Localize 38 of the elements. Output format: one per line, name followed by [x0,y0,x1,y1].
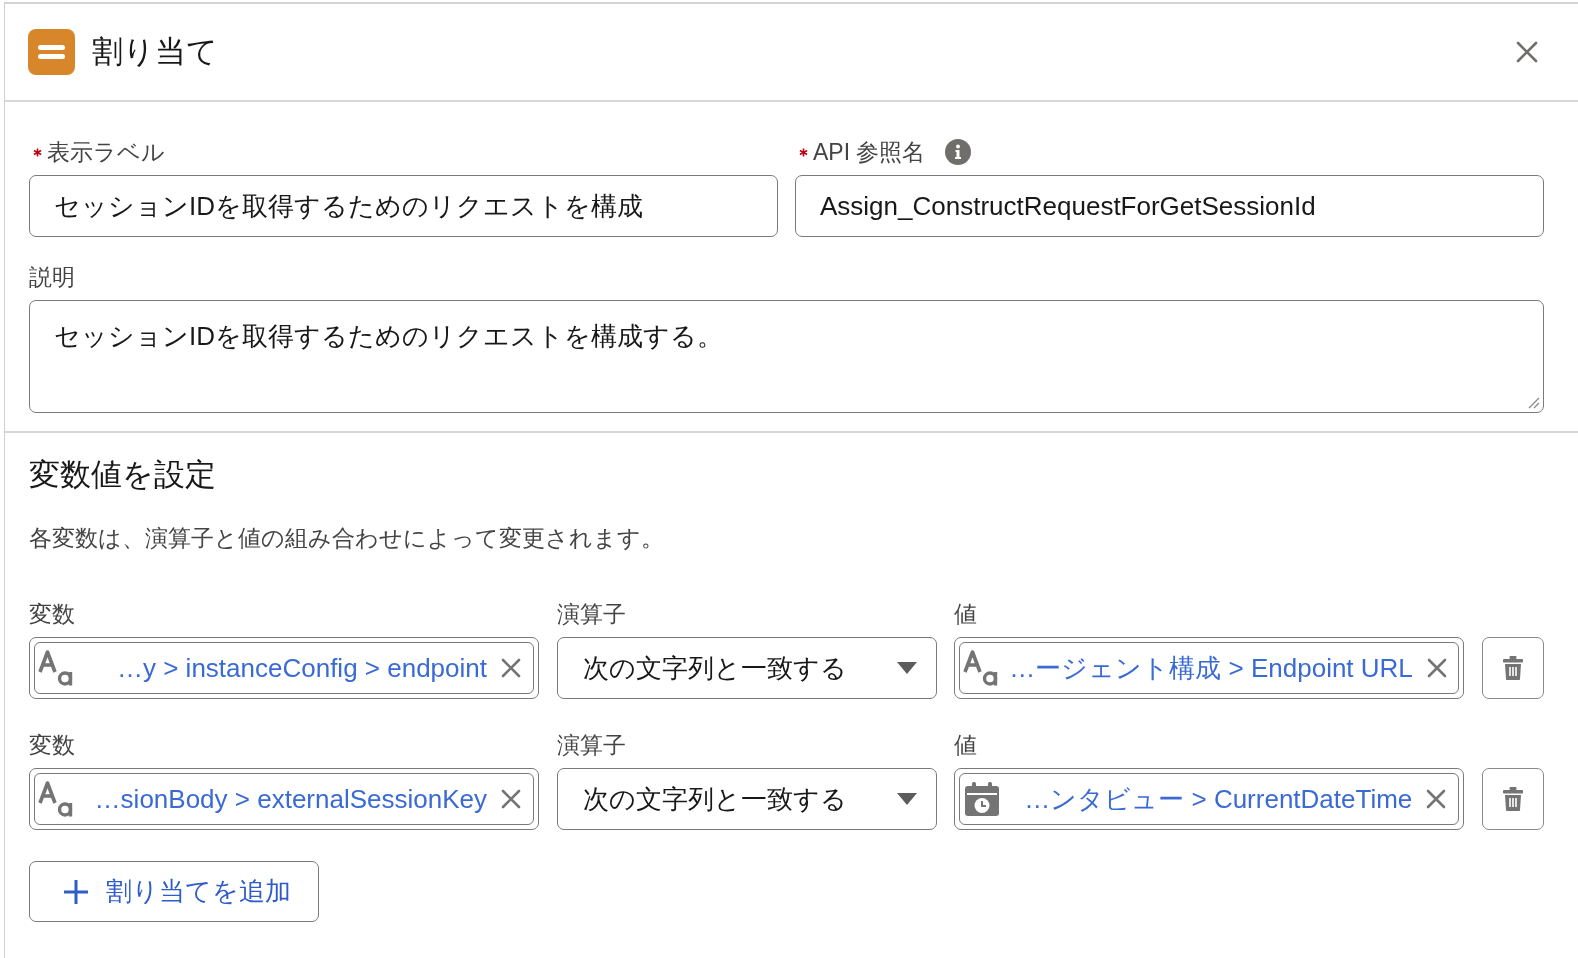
operator-select[interactable]: 次の文字列と一致する [556,637,937,699]
trash-icon [1501,656,1524,680]
value-label: 値 [954,600,979,629]
operator-label: 演算子 [556,731,627,760]
text-input[interactable]: セッションIDを取得するためのリクエストを構成 [29,175,778,237]
caret-down-icon [896,793,917,805]
calendar-clock-icon [963,780,1002,818]
variable-label: 変数 [29,731,76,760]
equals-icon [28,29,75,75]
delete-button[interactable] [1481,637,1544,699]
field-label: 表示ラベル [47,138,165,167]
value-path-text: …ージェント構成 > Endpoint URL [1009,651,1413,685]
clear-icon[interactable] [501,658,521,678]
delete-button[interactable] [1481,768,1544,830]
add-assignment-button[interactable]: 割り当てを追加 [29,861,319,922]
field-label: API 参照名 [813,138,926,167]
variable-path-text: …y > instanceConfig > endpoint [115,652,487,684]
close-icon[interactable] [1516,41,1538,63]
caret-down-icon [896,662,917,674]
plus-icon [63,878,89,905]
trash-icon [1501,787,1524,811]
resize-grip-icon[interactable] [1528,397,1540,409]
text-input[interactable]: Assign_ConstructRequestForGetSessionId [795,175,1544,237]
operator-select[interactable]: 次の文字列と一致する [556,768,937,830]
value-label: 値 [954,731,979,760]
field-label: 説明 [29,263,75,292]
section-description: 各変数は、演算子と値の組み合わせによって変更されます。 [29,524,665,553]
clear-icon[interactable] [1426,789,1447,809]
info-icon[interactable] [945,139,972,165]
operator-label: 演算子 [556,600,627,629]
clear-icon[interactable] [501,789,521,809]
clear-icon[interactable] [1426,658,1447,678]
variable-label: 変数 [29,600,76,629]
section-heading: 変数値を設定 [29,456,217,494]
dialog-title: 割り当て [92,33,219,71]
value-path-text: …ンタビュー > CurrentDateTime [1023,782,1413,816]
variable-path-text: …sionBody > externalSessionKey [93,783,487,815]
description-textarea[interactable]: セッションIDを取得するためのリクエストを構成する。 [29,300,1544,413]
